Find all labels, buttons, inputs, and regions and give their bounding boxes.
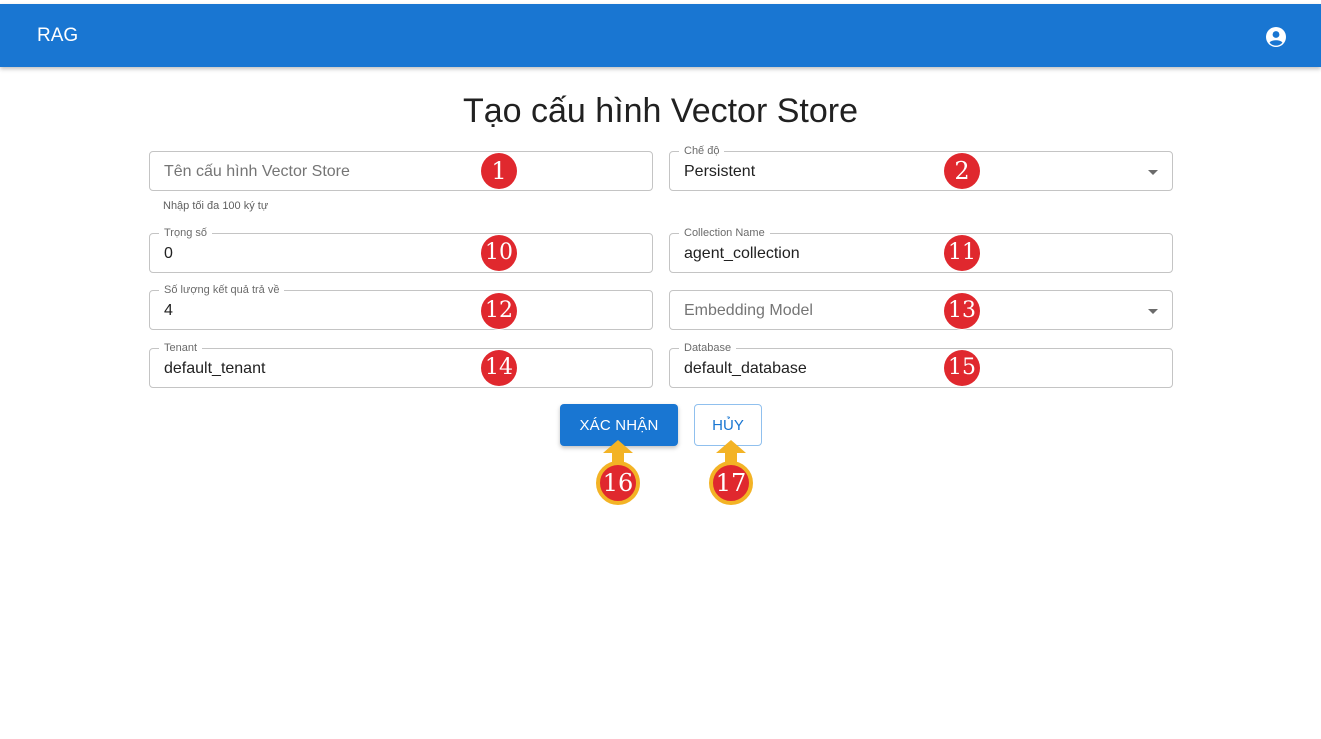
collection-name-input[interactable]: Collection Name agent_collection xyxy=(669,226,1173,273)
mode-label: Chế độ xyxy=(679,144,725,158)
embedding-model-select[interactable]: Embedding Model xyxy=(669,290,1173,330)
page-title: Tạo cấu hình Vector Store xyxy=(462,92,859,130)
database-label: Database xyxy=(679,341,737,355)
annotation-badge-15: 15 xyxy=(944,350,980,386)
vector-store-name-placeholder: Tên cấu hình Vector Store xyxy=(164,163,350,180)
vector-store-name-input[interactable]: Tên cấu hình Vector Store xyxy=(149,151,653,191)
result-count-label: Số lượng kết quả trả về xyxy=(159,283,285,297)
tenant-label: Tenant xyxy=(159,341,203,355)
annotation-badge-11: 11 xyxy=(944,235,980,271)
weight-input[interactable]: Trọng số 0 xyxy=(149,226,653,273)
annotation-badge-1: 1 xyxy=(481,153,517,189)
vector-store-name-helper-text: Nhập tối đa 100 ký tự xyxy=(163,200,269,212)
annotation-badge-10: 10 xyxy=(481,235,517,271)
tenant-value: default_tenant xyxy=(164,360,266,377)
embedding-model-placeholder: Embedding Model xyxy=(684,302,813,319)
annotation-badge-13: 13 xyxy=(944,293,980,329)
app-bar: RAG xyxy=(0,4,1321,67)
weight-value: 0 xyxy=(164,245,173,262)
chevron-down-icon xyxy=(1148,309,1158,314)
mode-select[interactable]: Chế độ Persistent xyxy=(669,144,1173,191)
database-input[interactable]: Database default_database xyxy=(669,341,1173,388)
tenant-input[interactable]: Tenant default_tenant xyxy=(149,341,653,388)
result-count-value: 4 xyxy=(164,302,173,319)
annotation-badge-2: 2 xyxy=(944,153,980,189)
annotation-badge-12: 12 xyxy=(481,293,517,329)
database-value: default_database xyxy=(684,360,807,377)
collection-name-label: Collection Name xyxy=(679,226,770,240)
weight-label: Trọng số xyxy=(159,226,213,240)
result-count-input[interactable]: Số lượng kết quả trả về 4 xyxy=(149,283,653,330)
app-brand[interactable]: RAG xyxy=(37,25,78,47)
account-circle-icon[interactable] xyxy=(1266,27,1286,47)
annotation-badge-16: 16 xyxy=(596,461,640,505)
mode-value: Persistent xyxy=(684,163,756,180)
annotation-badge-14: 14 xyxy=(481,350,517,386)
collection-name-value: agent_collection xyxy=(684,245,800,262)
chevron-down-icon xyxy=(1148,170,1158,175)
annotation-badge-17: 17 xyxy=(709,461,753,505)
